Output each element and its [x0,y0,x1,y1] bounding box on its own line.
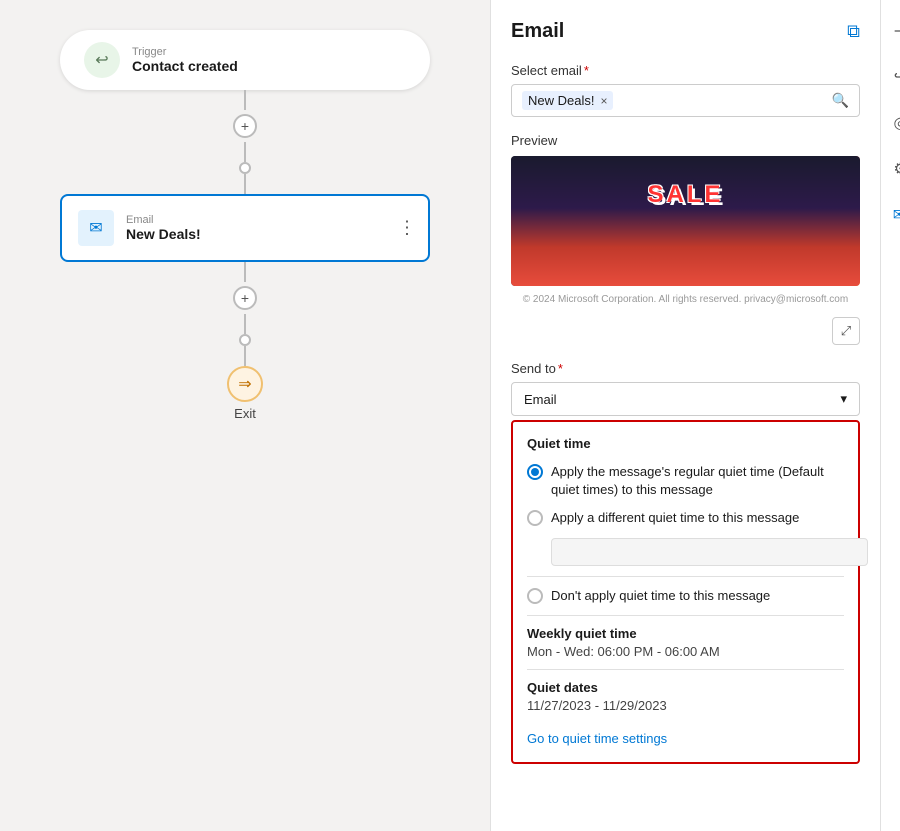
store-background [511,156,860,286]
quiet-time-panel: Quiet time Apply the message's regular q… [511,420,860,764]
right-panel: Email ⧉ Select email* New Deals! × 🔍 Pre… [490,0,880,831]
store-scene: SALE [511,156,860,286]
trigger-node: ↩ Trigger Contact created [60,30,430,90]
connector-line-2 [244,142,246,162]
select-email-label: Select email* [511,63,860,78]
trigger-text: Trigger Contact created [132,46,238,74]
weekly-quiet-time-block: Weekly quiet time Mon - Wed: 06:00 PM - … [527,626,844,659]
settings-icon[interactable]: ⚙ [886,154,900,184]
preview-label: Preview [511,133,860,148]
email-node-title: New Deals! [126,226,201,242]
workflow-canvas: ↩ Trigger Contact created + ✉ Email New … [0,0,490,831]
panel-header: Email ⧉ [511,20,860,43]
connector-2: + [233,262,257,366]
email-node[interactable]: ✉ Email New Deals! ⋮ [60,194,430,262]
expand-button[interactable]: ⤢ [832,317,860,345]
panel-link-icon[interactable]: ⧉ [847,21,860,42]
tag-close-button[interactable]: × [600,94,607,108]
radio-label-3: Don't apply quiet time to this message [551,587,770,605]
email-node-label: Email [126,214,201,226]
email-tag: New Deals! × [522,91,613,110]
connector-circle-2 [239,334,251,346]
radio-label-2: Apply a different quiet time to this mes… [551,509,799,527]
divider-1 [527,576,844,577]
radio-label-1: Apply the message's regular quiet time (… [551,463,844,499]
send-to-container: Send to* Email ▾ [511,361,860,416]
mail-icon[interactable]: ✉ [886,200,900,230]
quiet-time-title: Quiet time [527,436,844,451]
add-button-1[interactable]: + [233,114,257,138]
sidebar-icons: ⇥ ↪ ◎ ⚙ ✉ [880,0,900,831]
connector-line-5 [244,314,246,334]
send-to-value: Email [524,392,557,407]
radio-option-1[interactable]: Apply the message's regular quiet time (… [527,463,844,499]
exit-node: ⇒ Exit [227,366,263,421]
email-text: Email New Deals! [126,214,201,242]
exit-icon: ⇒ [227,366,263,402]
trigger-title: Contact created [132,58,238,74]
quiet-dates-block: Quiet dates 11/27/2023 - 11/29/2023 [527,680,844,713]
email-tag-text: New Deals! [528,93,594,108]
radio-option-3[interactable]: Don't apply quiet time to this message [527,587,844,605]
preview-caption: © 2024 Microsoft Corporation. All rights… [511,294,860,305]
quiet-dates-title: Quiet dates [527,680,844,695]
search-icon: 🔍 [832,92,849,109]
sale-sign: SALE [647,181,723,209]
add-button-2[interactable]: + [233,286,257,310]
connector-circle-1 [239,162,251,174]
radio-1[interactable] [527,464,543,480]
quiet-dates-value: 11/27/2023 - 11/29/2023 [527,698,844,713]
weekly-quiet-time-value: Mon - Wed: 06:00 PM - 06:00 AM [527,644,844,659]
target-icon[interactable]: ◎ [886,108,900,138]
divider-3 [527,669,844,670]
trigger-icon: ↩ [84,42,120,78]
login-icon[interactable]: ⇥ [886,16,900,46]
connector-1: + [233,90,257,194]
connector-line-1 [244,90,246,110]
panel-title: Email [511,20,564,43]
connector-line-6 [244,346,246,366]
send-to-label: Send to* [511,361,860,376]
node-menu-button[interactable]: ⋮ [398,218,416,239]
radio-3[interactable] [527,588,543,604]
divider-2 [527,615,844,616]
email-icon: ✉ [78,210,114,246]
radio-2[interactable] [527,510,543,526]
chevron-down-icon: ▾ [840,391,847,407]
connector-line-3 [244,174,246,194]
send-to-dropdown[interactable]: Email ▾ [511,382,860,416]
select-email-field[interactable]: New Deals! × 🔍 [511,84,860,117]
go-to-quiet-time-link[interactable]: Go to quiet time settings [527,731,667,746]
preview-expand-area: ⤢ [511,317,860,345]
preview-image: SALE [511,156,860,286]
radio-option-2[interactable]: Apply a different quiet time to this mes… [527,509,844,527]
logout-icon[interactable]: ↪ [886,62,900,92]
exit-label: Exit [234,406,256,421]
quiet-time-sub-input[interactable] [551,538,868,566]
trigger-label: Trigger [132,46,238,58]
connector-line-4 [244,262,246,282]
weekly-quiet-time-title: Weekly quiet time [527,626,844,641]
